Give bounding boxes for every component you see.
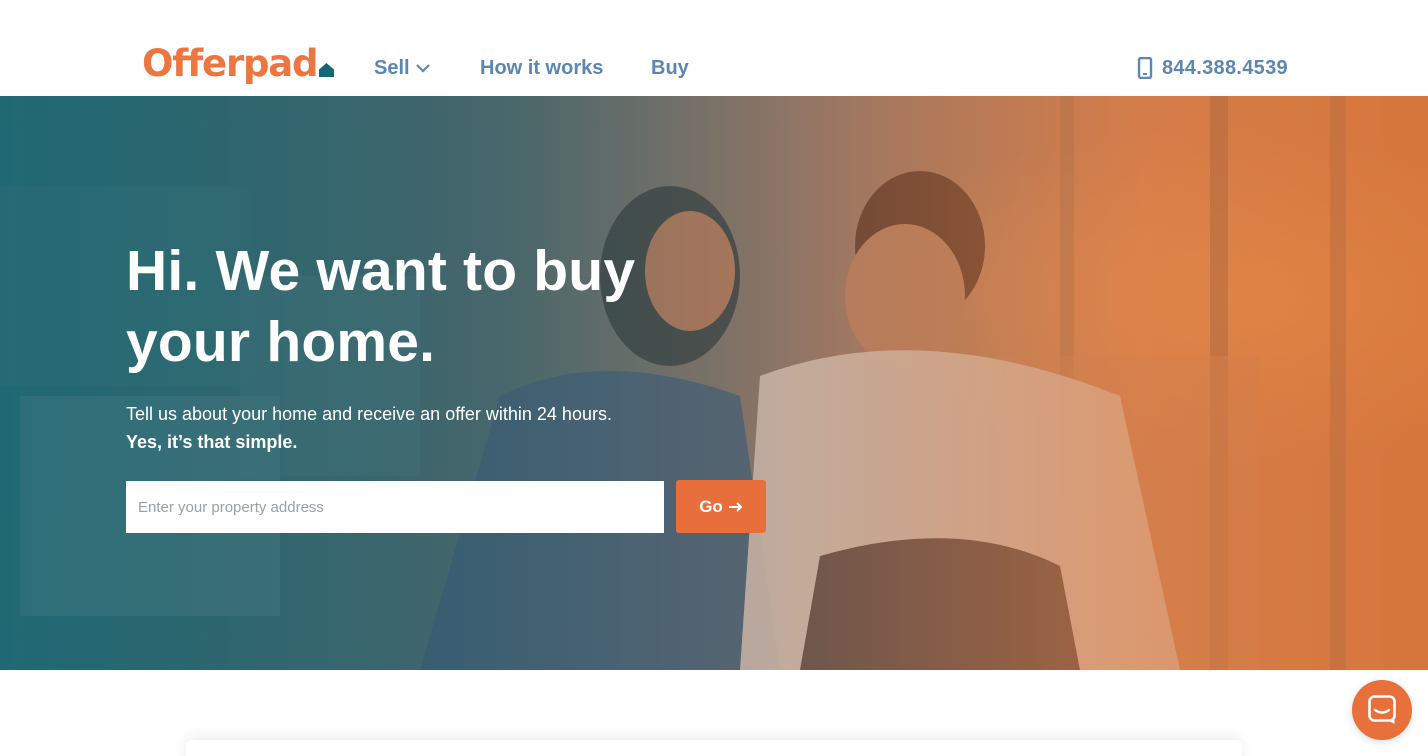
- hero-title: Hi. We want to buy your home.: [126, 239, 636, 374]
- hero-subtitle-bold: Yes, it’s that simple.: [126, 432, 298, 452]
- nav-sell[interactable]: Sell: [374, 54, 431, 82]
- nav-how-it-works[interactable]: How it works: [480, 54, 603, 82]
- phone-number: 844.388.4539: [1162, 57, 1288, 79]
- content-card: [186, 740, 1242, 756]
- logo-wordmark: Offerpad: [142, 42, 319, 85]
- go-button[interactable]: Go: [676, 480, 766, 533]
- hero-color-overlay: [0, 96, 1428, 670]
- phone-link[interactable]: 844.388.4539: [1136, 54, 1288, 82]
- hero-section: Hi. We want to buy your home. Tell us ab…: [0, 96, 1428, 670]
- go-button-label: Go: [699, 496, 723, 516]
- page: Offerpad Sell How it works Buy 844.388.4…: [0, 0, 1428, 756]
- nav-sell-label: Sell: [374, 57, 410, 79]
- chat-icon: [1368, 695, 1396, 724]
- site-header: Offerpad Sell How it works Buy 844.388.4…: [0, 0, 1428, 96]
- address-search-input[interactable]: [126, 481, 664, 533]
- house-icon: [319, 63, 335, 77]
- smartphone-icon: [1137, 57, 1153, 79]
- chat-launcher-button[interactable]: [1352, 680, 1412, 740]
- hero-subtitle: Tell us about your home and receive an o…: [126, 404, 612, 424]
- chevron-down-icon: [415, 64, 430, 73]
- offerpad-logo[interactable]: Offerpad: [142, 42, 335, 88]
- arrow-right-icon: [728, 501, 743, 512]
- nav-buy[interactable]: Buy: [651, 54, 689, 82]
